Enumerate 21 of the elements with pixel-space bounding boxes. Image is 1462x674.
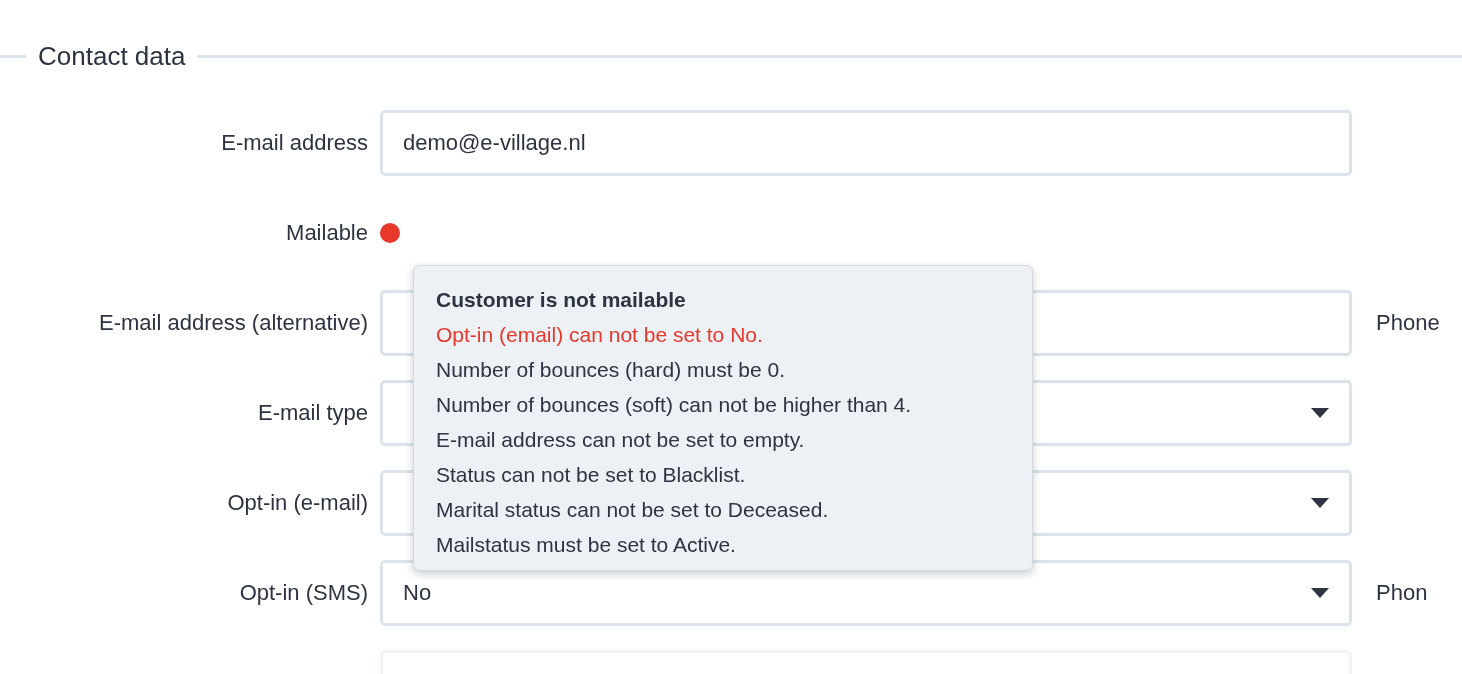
field-label: Opt-in (SMS) (239, 580, 368, 606)
section-title: Contact data (37, 40, 187, 72)
field-label: Mailable (286, 220, 368, 246)
tooltip-line: Number of bounces (soft) can not be higher than 4. (436, 392, 913, 418)
field-label: E-mail address (221, 130, 368, 156)
tooltip-line: Number of bounces (hard) must be 0. (436, 357, 786, 383)
field-label: Opt-in (e-mail) (227, 490, 368, 516)
tooltip-title: Customer is not mailable (436, 287, 687, 313)
text-input-field[interactable]: demo@e-village.nl (380, 110, 1352, 176)
dropdown-caret-icon (1311, 588, 1329, 598)
tooltip-line: Mailstatus must be set to Active. (436, 532, 737, 558)
field-label: Phone (1375, 310, 1440, 336)
tooltip-line: Opt-in (email) can not be set to No. (436, 322, 764, 348)
tooltip-line: E-mail address can not be set to empty. (436, 427, 806, 453)
field-label: Phon (1375, 580, 1428, 606)
tooltip-line: Status can not be set to Blacklist. (436, 462, 747, 488)
dropdown-caret-icon (1311, 408, 1329, 418)
dropdown-caret-icon (1311, 498, 1329, 508)
tooltip-line: Marital status can not be set to Deceased. (436, 497, 830, 523)
field-label: E-mail type (257, 400, 368, 426)
field-label: E-mail address (alternative) (99, 310, 368, 336)
